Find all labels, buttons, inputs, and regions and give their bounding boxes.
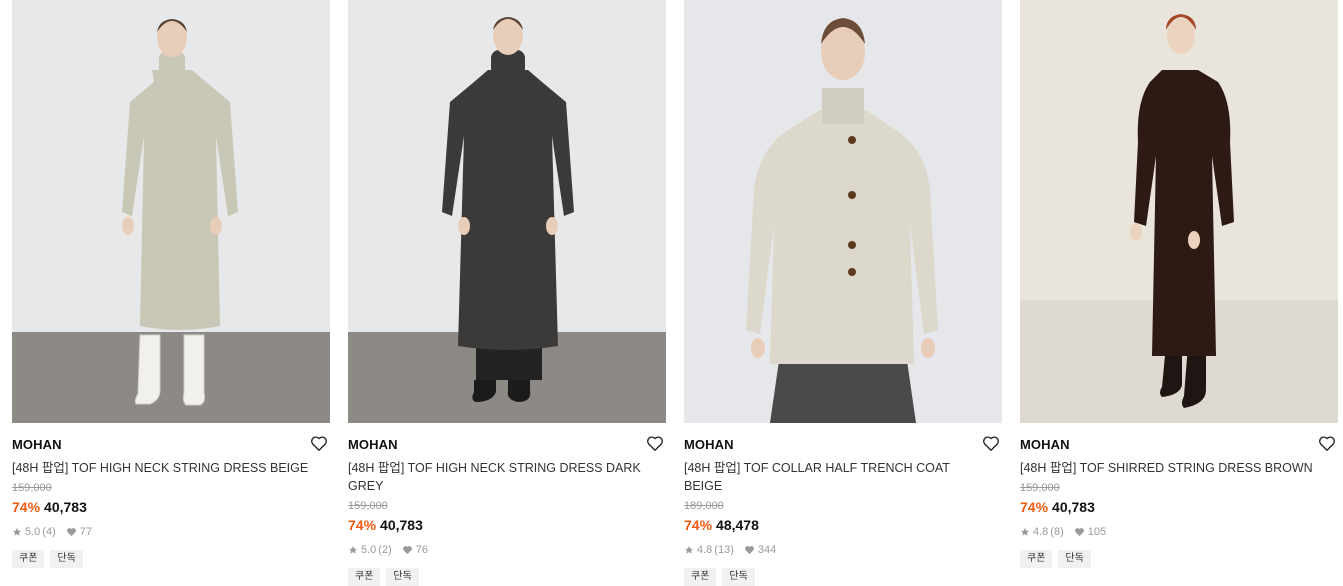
product-card[interactable]: MOHAN [48H 팝업] TOF COLLAR HALF TRENCH CO… — [684, 0, 1002, 586]
original-price: 159,000 — [12, 482, 52, 494]
heart-filled-icon — [744, 546, 754, 555]
tag-exclusive: 단독 — [1058, 550, 1091, 568]
star-icon — [684, 545, 694, 554]
product-name[interactable]: [48H 팝업] TOF COLLAR HALF TRENCH COAT BEI… — [684, 459, 984, 495]
product-name[interactable]: [48H 팝업] TOF HIGH NECK STRING DRESS BEIG… — [12, 459, 312, 477]
tag-exclusive: 단독 — [50, 550, 83, 568]
product-stats: 4.8 (8) 105 — [1020, 525, 1338, 539]
heart-icon[interactable] — [982, 435, 1000, 452]
star-icon — [348, 545, 358, 554]
tag-coupon: 쿠폰 — [684, 568, 717, 586]
product-stats: 5.0 (2) 76 — [348, 543, 666, 557]
product-stats: 4.8 (13) 344 — [684, 543, 1002, 557]
product-name[interactable]: [48H 팝업] TOF HIGH NECK STRING DRESS DARK… — [348, 459, 648, 495]
product-grid: MOHAN [48H 팝업] TOF HIGH NECK STRING DRES… — [0, 0, 1343, 586]
product-card[interactable]: MOHAN [48H 팝업] TOF HIGH NECK STRING DRES… — [12, 0, 330, 568]
tag-exclusive: 단독 — [722, 568, 755, 586]
heart-icon[interactable] — [310, 435, 328, 452]
brand-name[interactable]: MOHAN — [1020, 437, 1338, 453]
heart-filled-icon — [402, 546, 412, 555]
discount-rate: 74% — [12, 499, 41, 515]
sale-price: 40,783 — [380, 517, 423, 533]
tag-list: 쿠폰 단독 — [1020, 550, 1338, 568]
like-count: 105 — [1087, 526, 1107, 538]
rating: 5.0 — [25, 526, 41, 538]
sale-price-row: 74% 40,783 — [348, 516, 666, 534]
heart-filled-icon — [1074, 528, 1084, 537]
tag-list: 쿠폰 단독 — [684, 568, 1002, 586]
review-count: (4) — [42, 526, 56, 538]
heart-icon[interactable] — [1318, 435, 1336, 452]
like-count: 77 — [79, 526, 92, 538]
product-stats: 5.0 (4) 77 — [12, 525, 330, 539]
sale-price: 40,783 — [1052, 499, 1095, 515]
product-card[interactable]: MOHAN [48H 팝업] TOF HIGH NECK STRING DRES… — [348, 0, 666, 586]
heart-icon[interactable] — [646, 435, 664, 452]
product-image[interactable] — [12, 0, 330, 423]
like-count: 344 — [757, 544, 777, 556]
sale-price-row: 74% 40,783 — [1020, 498, 1338, 516]
discount-rate: 74% — [348, 517, 377, 533]
original-price: 189,000 — [684, 500, 724, 512]
tag-coupon: 쿠폰 — [1020, 550, 1053, 568]
star-icon — [1020, 527, 1030, 536]
heart-filled-icon — [66, 528, 76, 537]
star-icon — [12, 527, 22, 536]
product-image[interactable] — [684, 0, 1002, 423]
discount-rate: 74% — [684, 517, 713, 533]
product-image[interactable] — [348, 0, 666, 423]
product-card[interactable]: MOHAN [48H 팝업] TOF SHIRRED STRING DRESS … — [1020, 0, 1338, 568]
sale-price: 40,783 — [44, 499, 87, 515]
product-image[interactable] — [1020, 0, 1338, 423]
brand-name[interactable]: MOHAN — [348, 437, 666, 453]
sale-price-row: 74% 40,783 — [12, 498, 330, 516]
review-count: (2) — [378, 544, 392, 556]
tag-coupon: 쿠폰 — [348, 568, 381, 586]
discount-rate: 74% — [1020, 499, 1049, 515]
tag-exclusive: 단독 — [386, 568, 419, 586]
original-price: 159,000 — [348, 500, 388, 512]
sale-price-row: 74% 48,478 — [684, 516, 1002, 534]
product-name[interactable]: [48H 팝업] TOF SHIRRED STRING DRESS BROWN — [1020, 459, 1320, 477]
original-price: 159,000 — [1020, 482, 1060, 494]
review-count: (13) — [714, 544, 734, 556]
rating: 5.0 — [361, 544, 377, 556]
tag-list: 쿠폰 단독 — [12, 550, 330, 568]
rating: 4.8 — [697, 544, 713, 556]
sale-price: 48,478 — [716, 517, 759, 533]
review-count: (8) — [1050, 526, 1064, 538]
tag-coupon: 쿠폰 — [12, 550, 45, 568]
brand-name[interactable]: MOHAN — [684, 437, 1002, 453]
brand-name[interactable]: MOHAN — [12, 437, 330, 453]
rating: 4.8 — [1033, 526, 1049, 538]
tag-list: 쿠폰 단독 — [348, 568, 666, 586]
like-count: 76 — [415, 544, 428, 556]
